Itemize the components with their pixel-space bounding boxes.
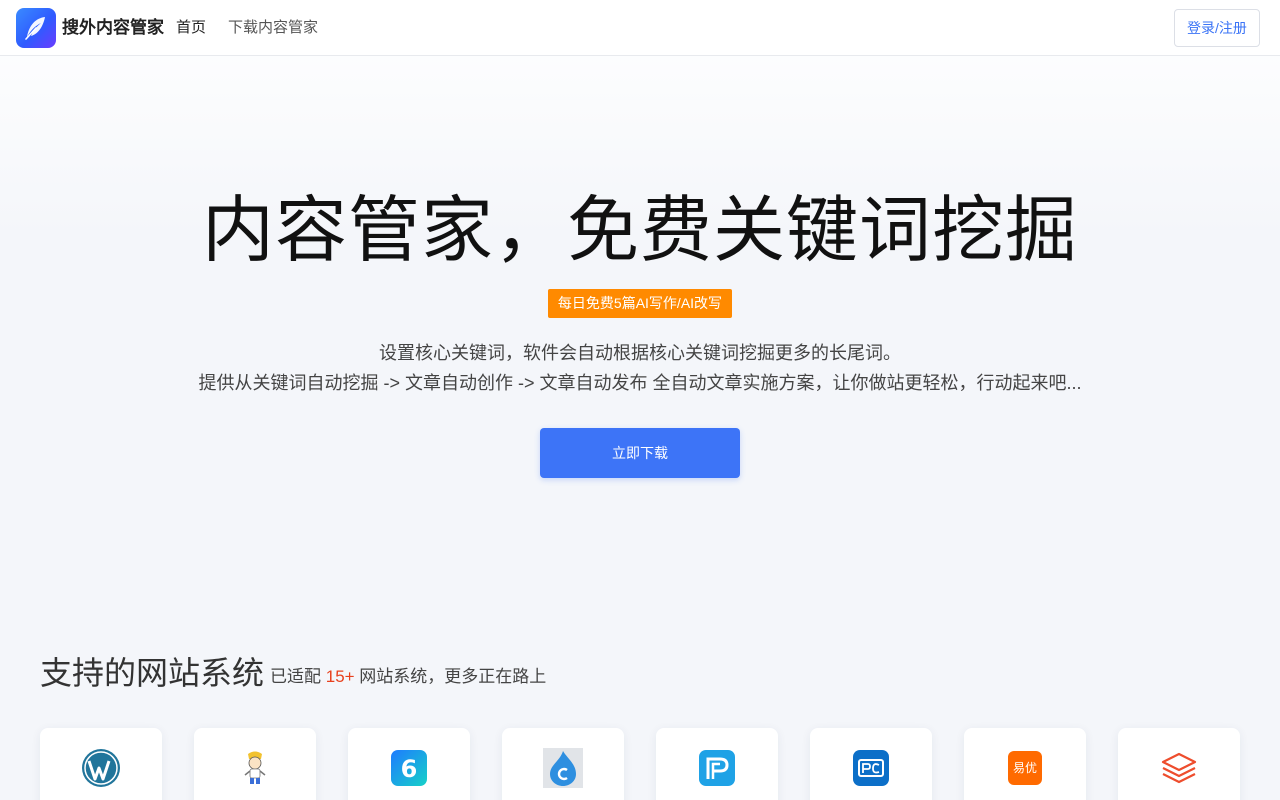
sub-prefix: 已适配 bbox=[270, 667, 321, 686]
system-card-pc-logo[interactable] bbox=[810, 728, 932, 800]
yiyou-label: 易优 bbox=[1012, 761, 1037, 775]
section-subtitle: 已适配 15+ 网站系统，更多正在路上 bbox=[270, 667, 546, 687]
wordpress-icon bbox=[81, 748, 121, 788]
flame-c-icon bbox=[543, 748, 583, 788]
hero-title: 内容管家，免费关键词挖掘 bbox=[201, 191, 1078, 271]
p-logo-icon bbox=[697, 748, 737, 788]
brand-name[interactable]: 搜外内容管家 bbox=[62, 17, 164, 39]
system-card-six[interactable]: 6 bbox=[348, 728, 470, 800]
system-count: 15+ bbox=[325, 667, 355, 686]
nav-home[interactable]: 首页 bbox=[176, 19, 206, 37]
pc-logo-icon bbox=[851, 748, 891, 788]
system-card-yiyou[interactable]: 易优 bbox=[964, 728, 1086, 800]
system-card-mascot[interactable] bbox=[194, 728, 316, 800]
system-card-layers[interactable] bbox=[1118, 728, 1240, 800]
system-card-p-logo[interactable] bbox=[656, 728, 778, 800]
yiyou-icon: 易优 bbox=[1005, 748, 1045, 788]
sub-suffix: 网站系统，更多正在路上 bbox=[354, 667, 547, 686]
hero-description-line1: 设置核心关键词，软件会自动根据核心关键词挖掘更多的长尾词。 bbox=[379, 343, 901, 363]
layers-icon bbox=[1159, 748, 1199, 788]
top-header: 搜外内容管家 首页 下载内容管家 登录/注册 bbox=[0, 0, 1280, 56]
download-now-button[interactable]: 立即下载 bbox=[540, 428, 740, 478]
hero-description-line2: 提供从关键词自动挖掘 -> 文章自动创作 -> 文章自动发布 全自动文章实施方案… bbox=[198, 373, 1082, 393]
nav-download[interactable]: 下载内容管家 bbox=[228, 19, 318, 37]
system-card-wordpress[interactable] bbox=[40, 728, 162, 800]
mascot-icon bbox=[235, 748, 275, 788]
system-card-flame-c[interactable] bbox=[502, 728, 624, 800]
svg-text:6: 6 bbox=[401, 755, 418, 783]
free-ai-badge: 每日免费5篇AI写作/AI改写 bbox=[548, 289, 732, 318]
six-icon: 6 bbox=[389, 748, 429, 788]
feather-logo-icon[interactable] bbox=[16, 8, 56, 48]
login-register-button[interactable]: 登录/注册 bbox=[1174, 9, 1260, 47]
section-title: 支持的网站系统 bbox=[40, 655, 265, 691]
